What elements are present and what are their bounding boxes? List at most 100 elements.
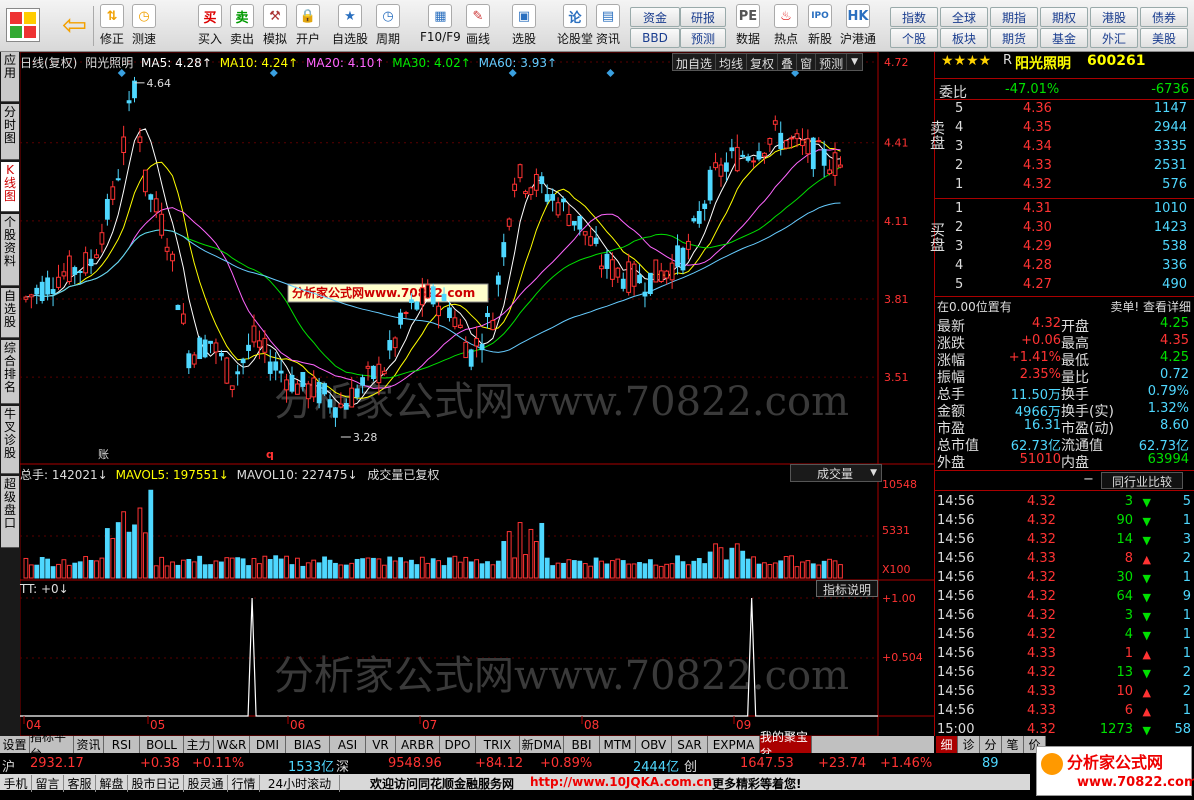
quick-button-2[interactable]: 研报 <box>680 7 726 27</box>
market-button-3[interactable]: 期指 <box>990 7 1038 27</box>
market-button-11[interactable]: 外汇 <box>1090 28 1138 48</box>
chart-header-button-3[interactable]: 复权 <box>747 54 779 71</box>
indicator-tab-13[interactable]: DPO <box>440 736 476 753</box>
market-button-2[interactable]: 全球 <box>940 7 988 27</box>
detail-tab-1[interactable]: 细 <box>936 736 958 753</box>
market-button-12[interactable]: 美股 <box>1140 28 1188 48</box>
toolbar-button-6[interactable]: 🔒 开户 <box>296 4 320 50</box>
toolbar-button-1[interactable]: ⇅ 修正 <box>100 4 124 50</box>
chart-header-button-4[interactable]: 叠 <box>778 54 798 71</box>
left-tab-8[interactable]: 超级盘口 <box>1 476 19 548</box>
kline-chart-area[interactable]: 分析家公式网www.70822.com 分析家公式网www.70822.com 分析… <box>20 52 934 736</box>
market-button-10[interactable]: 基金 <box>1040 28 1088 48</box>
bid-level-row[interactable]: 3 4.29 538 <box>935 238 1194 257</box>
ask-level-row[interactable]: 5 4.36 1147 <box>935 100 1194 119</box>
toolbar-button-16[interactable]: IPO 新股 <box>808 4 832 50</box>
market-button-9[interactable]: 期货 <box>990 28 1038 48</box>
bid-level-row[interactable]: 5 4.27 490 <box>935 276 1194 295</box>
ask-level-row[interactable]: 1 4.32 576 <box>935 176 1194 195</box>
quick-button-4[interactable]: 预测 <box>680 28 726 48</box>
detail-tab-4[interactable]: 笔 <box>1002 736 1024 753</box>
market-button-6[interactable]: 债券 <box>1140 7 1188 27</box>
kline-chart-svg[interactable]: 分析家公式网www.70822.com 分析家公式网www.70822.com 分析… <box>20 52 934 736</box>
chart-header-button-6[interactable]: 预测 <box>816 54 848 71</box>
detail-tab-2[interactable]: 诊 <box>958 736 980 753</box>
toolbar-button-7[interactable]: ★ 自选股 <box>332 4 368 50</box>
status-item-5[interactable]: 股市日记 <box>128 775 184 792</box>
toolbar-button-10[interactable]: ✎ 画线 <box>466 4 490 50</box>
ask-level-row[interactable]: 4 4.35 2944 <box>935 119 1194 138</box>
toolbar-button-9[interactable]: ▦ F10/F9 <box>420 4 461 50</box>
back-button[interactable]: ⇦ <box>56 6 94 46</box>
left-tab-7[interactable]: 牛叉诊股 <box>1 406 19 474</box>
bid-level-row[interactable]: 4 4.28 336 <box>935 257 1194 276</box>
toolbar-button-12[interactable]: 论论股堂 <box>557 4 593 50</box>
indicator-tab-7[interactable]: W&R <box>214 736 250 753</box>
app-logo-icon[interactable] <box>6 8 40 42</box>
bid-level-row[interactable]: 2 4.30 1423 <box>935 219 1194 238</box>
indicator-tab-18[interactable]: OBV <box>636 736 672 753</box>
indicator-tab-11[interactable]: VR <box>366 736 396 753</box>
view-detail-link[interactable]: 卖单! 查看详细 <box>1110 298 1191 315</box>
status-item-2[interactable]: 留言 <box>32 775 64 792</box>
market-button-8[interactable]: 板块 <box>940 28 988 48</box>
indicator-tab-3[interactable]: 资讯 <box>74 736 104 753</box>
left-tab-6[interactable]: 综合排名 <box>1 340 19 404</box>
indicator-tab-6[interactable]: 主力 <box>184 736 214 753</box>
market-button-5[interactable]: 港股 <box>1090 7 1138 27</box>
tt-help-button[interactable]: 指标说明 <box>816 580 878 597</box>
quick-button-1[interactable]: 资金 <box>630 7 680 27</box>
ask-level-row[interactable]: 3 4.34 3335 <box>935 138 1194 157</box>
market-button-4[interactable]: 期权 <box>1040 7 1088 27</box>
indicator-tab-16[interactable]: BBI <box>564 736 600 753</box>
indicator-tab-9[interactable]: BIAS <box>286 736 330 753</box>
status-item-4[interactable]: 解盘 <box>96 775 128 792</box>
compare-button[interactable]: 同行业比较 <box>1101 472 1183 489</box>
chevron-down-icon[interactable]: ▼ <box>847 54 862 70</box>
indicator-tab-20[interactable]: EXPMA <box>708 736 760 753</box>
indicator-tab-12[interactable]: ARBR <box>396 736 440 753</box>
left-tab-2[interactable]: 分时图 <box>1 104 19 160</box>
indicator-tab-8[interactable]: DMI <box>250 736 286 753</box>
toolbar-button-15[interactable]: ♨ 热点 <box>774 4 798 50</box>
market-button-1[interactable]: 指数 <box>890 7 938 27</box>
toolbar-button-8[interactable]: ◷ 周期 <box>376 4 400 50</box>
minus-icon[interactable]: − <box>1083 472 1094 487</box>
ask-level-row[interactable]: 2 4.33 2531 <box>935 157 1194 176</box>
left-tab-1[interactable]: 应用 <box>1 52 19 102</box>
toolbar-button-4[interactable]: 卖卖出 <box>230 4 254 50</box>
left-tab-5[interactable]: 自选股 <box>1 288 19 338</box>
chart-header-button-5[interactable]: 窗 <box>797 54 817 71</box>
toolbar-button-13[interactable]: ▤ 资讯 <box>596 4 620 50</box>
detail-tab-3[interactable]: 分 <box>980 736 1002 753</box>
toolbar-button-2[interactable]: ◷ 测速 <box>132 4 156 50</box>
indicator-tab-1[interactable]: 设置 <box>0 736 30 753</box>
toolbar-button-17[interactable]: HK 沪港通 <box>840 4 876 50</box>
toolbar-button-11[interactable]: ▣ 选股 <box>512 4 536 50</box>
volume-dropdown[interactable]: 成交量 ▼ <box>790 464 882 482</box>
indicator-tab-21[interactable]: 我的聚宝盆 <box>760 730 812 761</box>
status-item-6[interactable]: 股灵通 <box>184 775 228 792</box>
indicator-tab-15[interactable]: 新DMA <box>520 736 564 753</box>
left-tab-3[interactable]: K线图 <box>1 162 19 212</box>
chart-header-button-1[interactable]: 加自选 <box>673 54 717 71</box>
toolbar-button-14[interactable]: PE 数据 <box>736 4 760 50</box>
quick-button-3[interactable]: BBD <box>630 28 680 48</box>
toolbar-button-3[interactable]: 买买入 <box>198 4 222 50</box>
status-item-1[interactable]: 手机 <box>0 775 32 792</box>
chart-header-button-2[interactable]: 均线 <box>716 54 748 71</box>
indicator-tab-10[interactable]: ASI <box>330 736 366 753</box>
status-item-3[interactable]: 客服 <box>64 775 96 792</box>
indicator-tab-5[interactable]: BOLL <box>140 736 184 753</box>
indicator-tab-17[interactable]: MTM <box>600 736 636 753</box>
bid-level-row[interactable]: 1 4.31 1010 <box>935 200 1194 219</box>
indicator-tab-4[interactable]: RSI <box>104 736 140 753</box>
market-button-7[interactable]: 个股 <box>890 28 938 48</box>
indicator-tab-2[interactable]: 指标平台 <box>30 730 74 761</box>
indicator-tab-19[interactable]: SAR <box>672 736 708 753</box>
period-label[interactable]: 日线(复权) <box>20 56 77 70</box>
indicator-tab-14[interactable]: TRIX <box>476 736 520 753</box>
status-url[interactable]: http://www.10JQKA.com.cn <box>530 775 712 789</box>
status-item-8[interactable]: 24小时滚动 <box>260 775 340 792</box>
left-tab-4[interactable]: 个股资料 <box>1 214 19 286</box>
